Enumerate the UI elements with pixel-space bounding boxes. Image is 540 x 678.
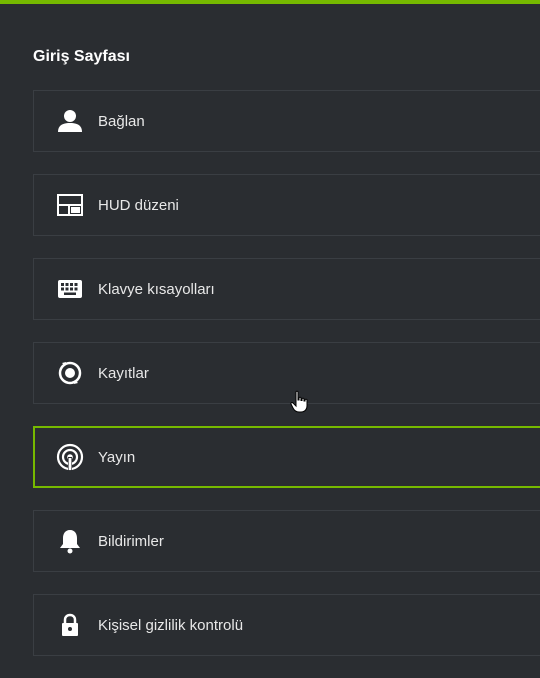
layout-icon <box>56 191 84 219</box>
hand-cursor-icon <box>290 390 310 414</box>
top-accent-bar <box>0 0 540 4</box>
lock-icon <box>56 611 84 639</box>
settings-menu: Bağlan HUD düzeni Klavye kısayolları Kay… <box>33 90 540 678</box>
menu-item-hud-layout[interactable]: HUD düzeni <box>33 174 540 236</box>
menu-item-label: Bildirimler <box>98 532 164 550</box>
broadcast-icon <box>56 443 84 471</box>
menu-item-connect[interactable]: Bağlan <box>33 90 540 152</box>
menu-item-keyboard-shortcuts[interactable]: Klavye kısayolları <box>33 258 540 320</box>
menu-item-label: Bağlan <box>98 112 145 130</box>
menu-item-broadcast[interactable]: Yayın <box>33 426 540 488</box>
keyboard-icon <box>56 275 84 303</box>
user-icon <box>56 107 84 135</box>
menu-item-label: HUD düzeni <box>98 196 179 214</box>
menu-item-label: Yayın <box>98 448 136 466</box>
menu-item-label: Kişisel gizlilik kontrolü <box>98 616 244 634</box>
record-icon <box>56 359 84 387</box>
menu-item-label: Klavye kısayolları <box>98 280 215 298</box>
page-title: Giriş Sayfası <box>33 48 130 65</box>
menu-item-recordings[interactable]: Kayıtlar <box>33 342 540 404</box>
menu-item-label: Kayıtlar <box>98 364 149 382</box>
menu-item-notifications[interactable]: Bildirimler <box>33 510 540 572</box>
menu-item-privacy-control[interactable]: Kişisel gizlilik kontrolü <box>33 594 540 656</box>
bell-icon <box>56 527 84 555</box>
